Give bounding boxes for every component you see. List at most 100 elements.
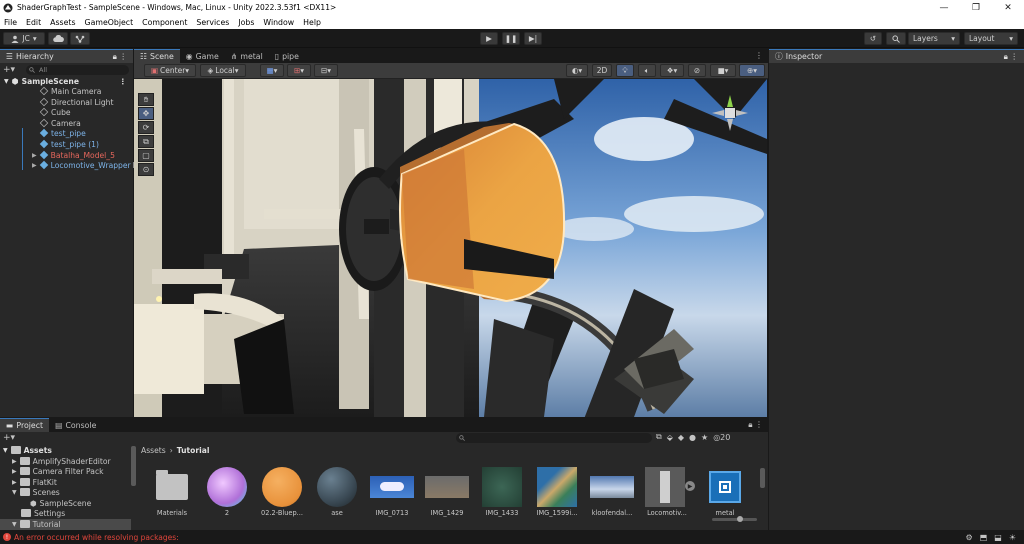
move-tool[interactable]: ✥ — [138, 107, 154, 120]
menu-assets[interactable]: Assets — [50, 18, 75, 27]
tab-metal[interactable]: ⋔ metal — [224, 49, 269, 63]
draw-mode-dropdown[interactable]: ◐ ▾ — [566, 64, 588, 77]
layout-dropdown[interactable]: Layout ▾ — [964, 32, 1018, 45]
hierarchy-item[interactable]: ▶ Batalha_Model_5 — [32, 150, 115, 161]
gizmos-dropdown[interactable]: ⊕ ▾ — [739, 64, 765, 77]
lighting-toggle[interactable]: 💡︎ — [616, 64, 634, 77]
create-asset-button[interactable]: +▾ — [3, 433, 15, 443]
asset-item[interactable]: Materials — [150, 467, 194, 517]
expand-arrow-icon[interactable]: ▶ — [32, 162, 37, 169]
tree-item[interactable]: Settings — [21, 508, 65, 519]
asset-item[interactable]: IMG_1599i... — [535, 467, 579, 517]
menu-help[interactable]: Help — [303, 18, 321, 27]
expand-arrow-icon[interactable]: ▼ — [12, 489, 17, 496]
lock-icon[interactable]: 🔒︎ — [113, 52, 117, 61]
filter-label-icon[interactable]: ◆ — [678, 433, 684, 442]
asset-item[interactable]: 2 — [205, 467, 249, 517]
asset-item[interactable]: metal — [703, 467, 747, 517]
version-control-button[interactable] — [70, 32, 90, 45]
kebab-menu-icon[interactable]: ⋮ — [755, 51, 763, 60]
expand-arrow-icon[interactable]: ▶ — [12, 458, 17, 465]
favorite-star-icon[interactable]: ★ — [701, 433, 708, 442]
scene-viewport[interactable]: ✋︎ ✥ ⟳ ⧉ ▢ ⊙ — [134, 79, 767, 417]
breadcrumb-item[interactable]: Assets — [141, 446, 166, 455]
tab-project[interactable]: ▬ Project — [0, 418, 50, 432]
tree-item[interactable]: ▼ Scenes — [12, 487, 60, 498]
cloud-button[interactable] — [48, 32, 68, 45]
expand-arrow-icon[interactable]: ▶ — [32, 152, 37, 159]
lighting-icon[interactable]: ☀ — [1009, 533, 1016, 542]
warning-filter-icon[interactable]: ● — [689, 433, 696, 442]
step-button[interactable]: ▶| — [524, 32, 542, 45]
minimize-button[interactable]: — — [928, 0, 960, 15]
asset-item[interactable]: kloofendal... — [590, 467, 634, 517]
rect-tool[interactable]: ▢ — [138, 149, 154, 162]
add-object-button[interactable]: +▾ — [3, 65, 15, 75]
filter-type-icon[interactable]: ⬙ — [667, 433, 673, 442]
menu-window[interactable]: Window — [263, 18, 294, 27]
tab-game[interactable]: ◉ Game — [179, 49, 225, 63]
lock-icon[interactable]: 🔒︎ — [748, 420, 752, 429]
asset-item[interactable]: ase — [315, 467, 359, 517]
kebab-menu-icon[interactable]: ⋮ — [1010, 52, 1018, 61]
asset-item[interactable]: ▶ Locomotiv... — [645, 467, 695, 517]
space-local-dropdown[interactable]: ◈ Local ▾ — [200, 64, 246, 77]
orientation-gizmo[interactable] — [710, 91, 750, 135]
tab-scene[interactable]: ☷ Scene — [134, 49, 180, 63]
hierarchy-item[interactable]: ▶ Locomotive_Wrapper — [32, 160, 139, 171]
transform-tool[interactable]: ⊙ — [138, 163, 154, 176]
play-button[interactable]: ▶ — [480, 32, 498, 45]
pivot-center-dropdown[interactable]: ▣ Center ▾ — [144, 64, 196, 77]
camera-dropdown[interactable]: ■ ▾ — [710, 64, 736, 77]
progress-icon[interactable]: ⬒ — [980, 533, 988, 542]
debug-mode-icon[interactable]: ⚙ — [966, 533, 973, 542]
tree-item-assets[interactable]: ▼ Assets — [3, 445, 52, 456]
asset-item[interactable]: 02.2-Bluep... — [260, 467, 304, 517]
hierarchy-item[interactable]: test_pipe (1) — [39, 139, 99, 150]
grid-plane-button[interactable]: ⊟ ▾ — [314, 64, 338, 77]
asset-item[interactable]: IMG_0713 — [370, 467, 414, 517]
lock-icon[interactable]: 🔒︎ — [1004, 52, 1008, 61]
hidden-count[interactable]: ◎20 — [713, 433, 730, 442]
hierarchy-item[interactable]: Directional Light — [39, 97, 113, 108]
tree-item-selected[interactable]: ▼ Tutorial — [0, 519, 131, 530]
pause-button[interactable]: ❚❚ — [502, 32, 520, 45]
rotate-tool[interactable]: ⟳ — [138, 121, 154, 134]
search-scene-icon[interactable]: ⧉ — [656, 432, 662, 442]
status-error-message[interactable]: An error occurred while resolving packag… — [14, 533, 179, 542]
hierarchy-item[interactable]: Cube — [39, 107, 71, 118]
menu-services[interactable]: Services — [196, 18, 229, 27]
snap-increment-button[interactable]: ⊞ ▾ — [287, 64, 311, 77]
menu-edit[interactable]: Edit — [26, 18, 41, 27]
error-icon[interactable]: ! — [3, 533, 11, 541]
breadcrumb-item[interactable]: Tutorial — [177, 446, 210, 455]
thumbnail-size-slider[interactable] — [712, 516, 757, 522]
search-button[interactable] — [886, 32, 906, 45]
tree-item[interactable]: ⬢ SampleScene — [30, 498, 91, 509]
undo-history-button[interactable]: ↺ — [864, 32, 882, 45]
layers-dropdown[interactable]: Layers ▾ — [908, 32, 960, 45]
tree-item[interactable]: ▶ Camera Filter Pack — [12, 466, 104, 477]
hierarchy-item[interactable]: Main Camera — [39, 86, 101, 97]
expand-arrow-icon[interactable]: ▼ — [12, 521, 17, 528]
menu-file[interactable]: File — [4, 18, 17, 27]
grid-snap-button[interactable]: ▦ ▾ — [260, 64, 284, 77]
tab-inspector[interactable]: ⓘ Inspector 🔒︎ ⋮ — [769, 49, 1024, 63]
toggle-2d-button[interactable]: 2D — [592, 64, 612, 77]
tab-hierarchy[interactable]: ☰ Hierarchy 🔒︎ ⋮ — [0, 49, 133, 63]
scene-root[interactable]: ▼ ⬢ SampleScene ⋮ — [4, 76, 127, 87]
maximize-button[interactable]: ❐ — [960, 0, 992, 15]
kebab-menu-icon[interactable]: ⋮ — [119, 77, 127, 86]
audio-toggle[interactable]: 🔈︎ — [638, 64, 656, 77]
tab-console[interactable]: ▤ Console — [49, 418, 103, 432]
account-button[interactable]: JC ▾ — [3, 32, 45, 45]
expand-arrow-icon[interactable]: ▶ — [12, 468, 17, 475]
visibility-toggle[interactable]: ⊘ — [688, 64, 706, 77]
hierarchy-item[interactable]: Camera — [39, 118, 81, 129]
expand-arrow-icon[interactable]: ▼ — [3, 447, 8, 454]
scale-tool[interactable]: ⧉ — [138, 135, 154, 148]
menu-jobs[interactable]: Jobs — [238, 18, 254, 27]
expand-prefab-icon[interactable]: ▶ — [685, 481, 695, 491]
cache-server-icon[interactable]: ⬓ — [994, 533, 1002, 542]
expand-arrow-icon[interactable]: ▼ — [4, 78, 9, 85]
